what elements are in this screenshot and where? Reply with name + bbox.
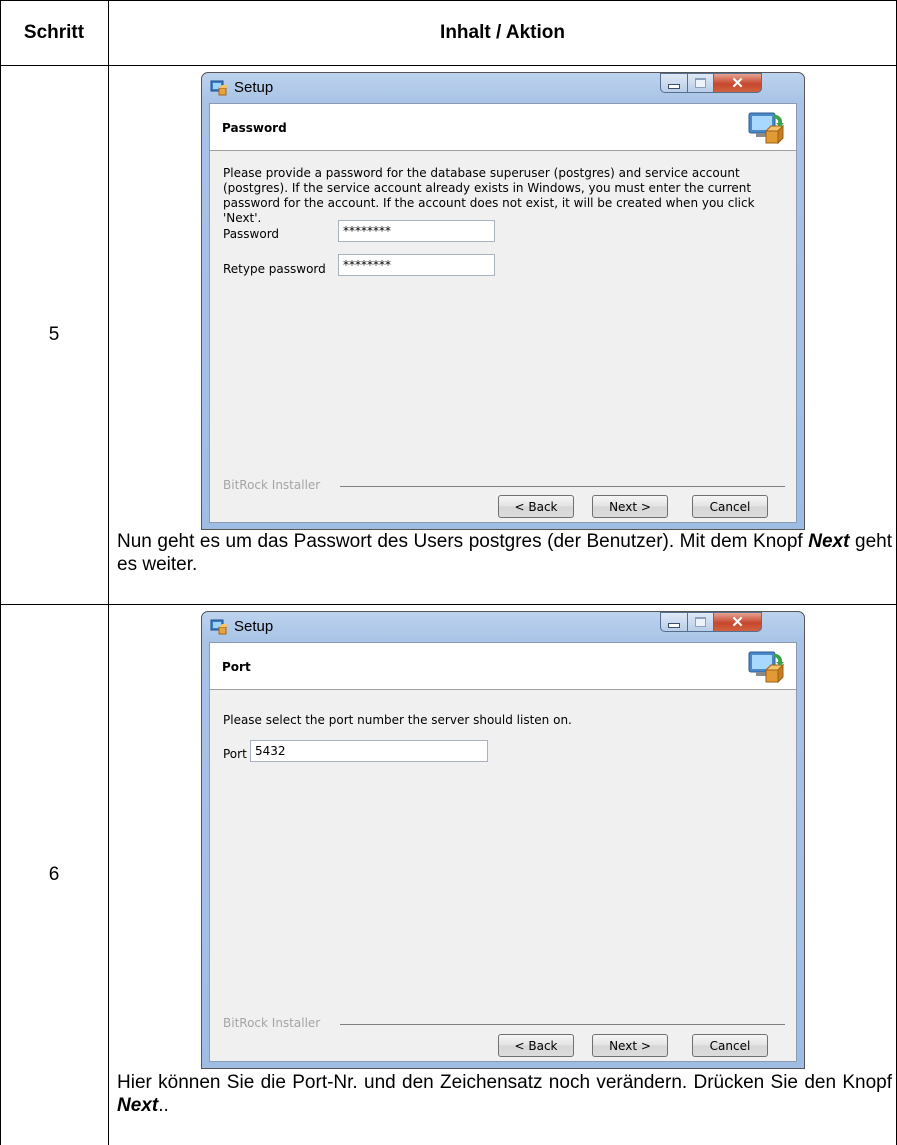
- installer-brand: BitRock Installer: [223, 1016, 321, 1030]
- port-field[interactable]: 5432: [250, 740, 488, 762]
- step-description: Hier können Sie die Port-Nr. und den Zei…: [117, 1071, 892, 1117]
- title-bar[interactable]: Setup ✕: [202, 73, 804, 103]
- footer-separator: [340, 1024, 785, 1025]
- back-button[interactable]: < Back: [498, 1034, 574, 1057]
- maximize-icon: [695, 78, 706, 88]
- description-bold: Next: [117, 1095, 159, 1116]
- password-field[interactable]: ********: [338, 220, 495, 242]
- description-bold: Next: [808, 531, 850, 552]
- description-text-end: ..: [158, 1095, 169, 1116]
- step-number: 6: [48, 864, 60, 885]
- description-text: Nun geht es um das Passwort des Users po…: [117, 531, 809, 552]
- window-title: Setup: [234, 618, 274, 635]
- page-title: Port: [222, 660, 251, 674]
- cancel-button[interactable]: Cancel: [692, 495, 768, 518]
- cancel-button[interactable]: Cancel: [692, 1034, 768, 1057]
- instruction-text: Please select the port number the server…: [223, 713, 572, 727]
- step-description: Nun geht es um das Passwort des Users po…: [117, 530, 892, 576]
- setup-app-icon: [210, 80, 228, 96]
- title-bar[interactable]: Setup ✕: [202, 612, 804, 642]
- close-icon: ✕: [731, 75, 744, 92]
- retype-password-label: Retype password: [223, 262, 326, 276]
- header-row-divider: [0, 65, 897, 66]
- setup-window-port: Setup ✕ Port Please select the port numb…: [201, 611, 805, 1069]
- step-number: 5: [48, 324, 60, 345]
- minimize-button[interactable]: [660, 612, 688, 632]
- dialog-client-area: Password Please provide a password for t…: [209, 103, 797, 523]
- installer-computer-icon: [748, 651, 785, 684]
- wizard-header: Port: [210, 643, 796, 690]
- footer-separator: [340, 486, 785, 487]
- column-divider: [108, 0, 109, 1145]
- password-label: Password: [223, 227, 280, 241]
- close-button[interactable]: ✕: [714, 73, 762, 93]
- port-label: Port: [223, 747, 247, 761]
- dialog-client-area: Port Please select the port number the s…: [209, 642, 797, 1062]
- page-title: Password: [222, 121, 287, 135]
- back-button[interactable]: < Back: [498, 495, 574, 518]
- instruction-text: Please provide a password for the databa…: [223, 166, 755, 225]
- maximize-button[interactable]: [688, 612, 714, 632]
- retype-password-field[interactable]: ********: [338, 254, 495, 276]
- column-header-content: Inhalt / Aktion: [440, 21, 565, 43]
- maximize-icon: [695, 617, 706, 627]
- minimize-icon: [668, 83, 680, 89]
- setup-app-icon: [210, 619, 228, 635]
- installer-computer-icon: [748, 112, 785, 145]
- close-button[interactable]: ✕: [714, 612, 762, 632]
- wizard-header: Password: [210, 104, 796, 151]
- setup-window-password: Setup ✕ Password Please provide a passwo…: [201, 72, 805, 530]
- minimize-button[interactable]: [660, 73, 688, 93]
- minimize-icon: [668, 622, 680, 628]
- column-header-step: Schritt: [23, 21, 85, 43]
- next-button[interactable]: Next >: [592, 1034, 668, 1057]
- window-title: Setup: [234, 79, 274, 96]
- close-icon: ✕: [731, 614, 744, 631]
- installer-brand: BitRock Installer: [223, 478, 321, 492]
- next-button[interactable]: Next >: [592, 495, 668, 518]
- row-divider: [0, 604, 897, 605]
- maximize-button[interactable]: [688, 73, 714, 93]
- description-text: Hier können Sie die Port-Nr. und den Zei…: [117, 1072, 892, 1093]
